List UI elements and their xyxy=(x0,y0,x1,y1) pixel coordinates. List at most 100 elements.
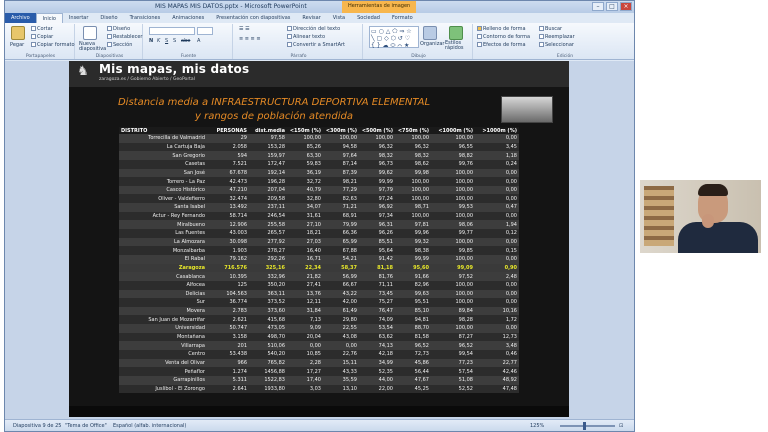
shape-fill-label: Relleno de forma xyxy=(483,26,526,32)
table-cell: 0,00 xyxy=(475,280,519,290)
language-indicator[interactable]: Español (alfab. internacional) xyxy=(113,423,186,429)
section-button[interactable]: Sección xyxy=(107,42,132,48)
slide[interactable]: ♞ Mis mapas, mis datos zaragoza.es / Gob… xyxy=(69,61,569,417)
table-cell: 5.311 xyxy=(207,375,249,385)
table-cell: Zaragoza xyxy=(119,263,207,273)
table-cell: 540,20 xyxy=(249,350,287,359)
table-cell: 96,73 xyxy=(359,159,395,169)
tab-formato[interactable]: Formato xyxy=(386,13,419,23)
table-cell: 99,77 xyxy=(431,229,475,238)
table-cell: 97,79 xyxy=(359,185,395,195)
fit-slide-icon[interactable]: ⊡ xyxy=(619,423,623,429)
table-row: Torrero - La Paz 42.473 196,28 32,72 98,21 99… xyxy=(119,177,519,186)
table-cell: 100,00 xyxy=(431,211,475,221)
tab-diseno[interactable]: Diseño xyxy=(94,13,123,23)
table-cell: 10,16 xyxy=(475,306,519,316)
arrange-button[interactable]: Organizar xyxy=(420,41,444,47)
copy-button[interactable]: Copiar xyxy=(31,34,53,40)
select-button[interactable]: Seleccionar xyxy=(539,42,574,48)
clipboard-group: Pegar Cortar Copiar Copiar formato Porta… xyxy=(7,24,75,59)
reset-button[interactable]: Restablecer xyxy=(107,34,142,40)
table-cell: 22,77 xyxy=(475,358,519,368)
shape-fill-button[interactable]: Relleno de forma xyxy=(477,26,526,32)
table-cell: 95,51 xyxy=(395,298,431,307)
table-cell: 96,55 xyxy=(431,142,475,152)
shape-effects-button[interactable]: Efectos de forma xyxy=(477,42,526,48)
tab-animaciones[interactable]: Animaciones xyxy=(166,13,210,23)
table-cell: 0,90 xyxy=(475,263,519,273)
font-family-select[interactable] xyxy=(149,27,195,35)
scissors-icon xyxy=(31,26,36,31)
data-table[interactable]: DISTRITO PERSONAS dist.media <150m (%) <300m… xyxy=(119,127,519,394)
minimize-button[interactable]: – xyxy=(592,2,604,11)
column-header: <300m (%) xyxy=(323,127,359,134)
table-cell: 2.641 xyxy=(207,384,249,394)
table-cell: 97,81 xyxy=(395,220,431,230)
maximize-button[interactable]: □ xyxy=(606,2,618,11)
replace-button[interactable]: Reemplazar xyxy=(539,34,575,40)
shapes-gallery[interactable]: ▭ ○ △ ⬠ ⇒ ☆ ╲ ▢ ◇ ⬡ ↺ ♡{ } ☁ ⬭ ⌒ ★ xyxy=(369,26,419,49)
slide-pane[interactable]: ♞ Mis mapas, mis datos zaragoza.es / Gob… xyxy=(5,61,634,419)
replace-label: Reemplazar xyxy=(545,34,575,40)
strikethrough-button[interactable]: abe xyxy=(181,38,190,44)
align-buttons[interactable]: ≡ ≡ ≡ ≡ xyxy=(239,36,261,42)
layout-button[interactable]: Diseño xyxy=(107,26,130,32)
shape-effects-label: Efectos de forma xyxy=(483,42,526,48)
underline-button[interactable]: S xyxy=(165,38,168,44)
cut-button[interactable]: Cortar xyxy=(31,26,53,32)
tab-insertar[interactable]: Insertar xyxy=(63,13,94,23)
tab-transiciones[interactable]: Transiciones xyxy=(124,13,167,23)
table-cell: 27,41 xyxy=(287,280,323,290)
tab-archivo[interactable]: Archivo xyxy=(5,13,36,23)
table-cell: 81,18 xyxy=(359,263,395,273)
zoom-slider[interactable] xyxy=(560,425,615,427)
table-cell: 3.158 xyxy=(207,332,249,342)
zoom-slider-thumb[interactable] xyxy=(583,422,586,430)
table-cell: San Gregorio xyxy=(119,151,207,160)
table-cell: Peñaflor xyxy=(119,367,207,376)
layout-label: Diseño xyxy=(113,26,131,32)
tab-vista[interactable]: Vista xyxy=(327,13,351,23)
picture-tools-tab[interactable]: Herramientas de imagen xyxy=(342,1,417,13)
table-cell: Santa Isabel xyxy=(119,203,207,212)
shape-outline-button[interactable]: Contorno de forma xyxy=(477,34,530,40)
table-cell: Monzalbarba xyxy=(119,246,207,255)
quick-styles-button[interactable]: Estilos rápidos xyxy=(445,41,471,51)
close-button[interactable]: × xyxy=(620,2,632,11)
smartart-button[interactable]: Convertir a SmartArt xyxy=(287,42,345,48)
bold-button[interactable]: N xyxy=(149,38,153,44)
paste-button[interactable]: Pegar xyxy=(10,42,24,48)
table-cell: 76,47 xyxy=(359,306,395,316)
table-cell: 3,48 xyxy=(475,341,519,351)
table-row: Las Fuentes 43.003 265,57 18,21 66,36 96,26 99… xyxy=(119,229,519,238)
table-cell: 66,36 xyxy=(323,229,359,238)
table-cell: San José xyxy=(119,168,207,178)
table-cell: 1522,83 xyxy=(249,375,287,385)
table-cell: 100,00 xyxy=(431,237,475,247)
font-color-button[interactable]: A xyxy=(197,38,200,44)
slide-title-line2: y rangos de población atendida xyxy=(195,111,353,122)
zoom-level[interactable]: 125% xyxy=(530,423,544,429)
tab-sociedad[interactable]: Sociedad xyxy=(351,13,386,23)
format-painter-button[interactable]: Copiar formato xyxy=(31,42,75,48)
sports-facility-photo[interactable] xyxy=(501,96,553,123)
table-cell: Casetas xyxy=(119,159,207,169)
tab-presentacion[interactable]: Presentación con diapositivas xyxy=(210,13,296,23)
tab-inicio[interactable]: Inicio xyxy=(35,13,63,23)
tab-revisar[interactable]: Revisar xyxy=(296,13,326,23)
table-cell: 32,72 xyxy=(287,177,323,186)
text-direction-button[interactable]: Dirección del texto xyxy=(287,26,340,32)
italic-button[interactable]: K xyxy=(157,38,160,44)
table-cell: 63,62 xyxy=(359,332,395,342)
new-slide-button[interactable]: Nueva diapositiva xyxy=(79,42,106,52)
find-button[interactable]: Buscar xyxy=(539,26,562,32)
table-header-row: DISTRITO PERSONAS dist.media <150m (%) <300m… xyxy=(119,127,519,134)
bullets-button[interactable]: ☰ ☰ xyxy=(239,26,250,32)
shadow-button[interactable]: S xyxy=(173,38,176,44)
arrange-icon xyxy=(423,26,437,40)
table-row: La Cartuja Baja 2.058 153,28 85,26 94,58 96,3… xyxy=(119,142,519,152)
slide-footer xyxy=(69,406,569,417)
align-text-button[interactable]: Alinear texto xyxy=(287,34,325,40)
table-cell: 594 xyxy=(207,151,249,160)
font-size-select[interactable] xyxy=(197,27,213,35)
